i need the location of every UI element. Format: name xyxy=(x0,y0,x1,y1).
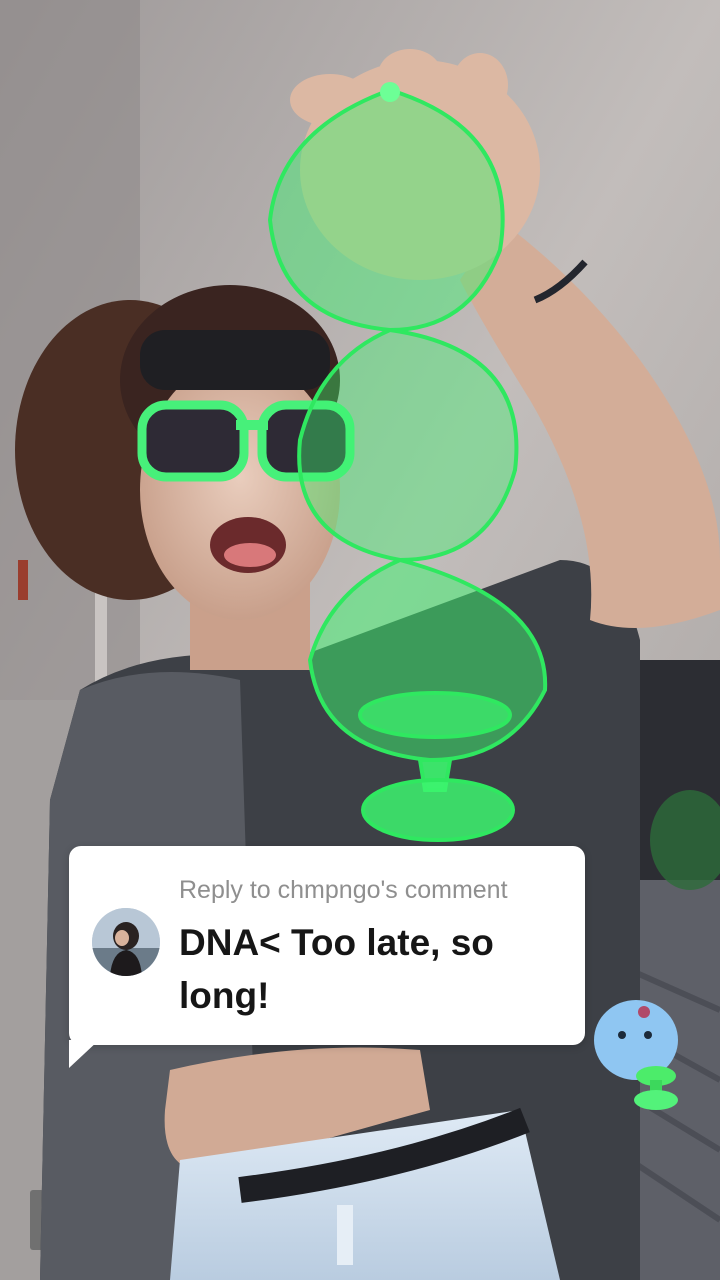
video-frame xyxy=(0,0,720,1280)
reply-comment-text: DNA< Too late, so long! xyxy=(179,922,494,1016)
reply-bubble-tail xyxy=(69,1040,99,1068)
reply-comment-card[interactable]: Reply to chmpngo's comment DNA< Too late… xyxy=(69,846,585,1045)
commenter-avatar[interactable] xyxy=(92,908,160,976)
reply-header: Reply to chmpngo's comment xyxy=(179,876,508,904)
